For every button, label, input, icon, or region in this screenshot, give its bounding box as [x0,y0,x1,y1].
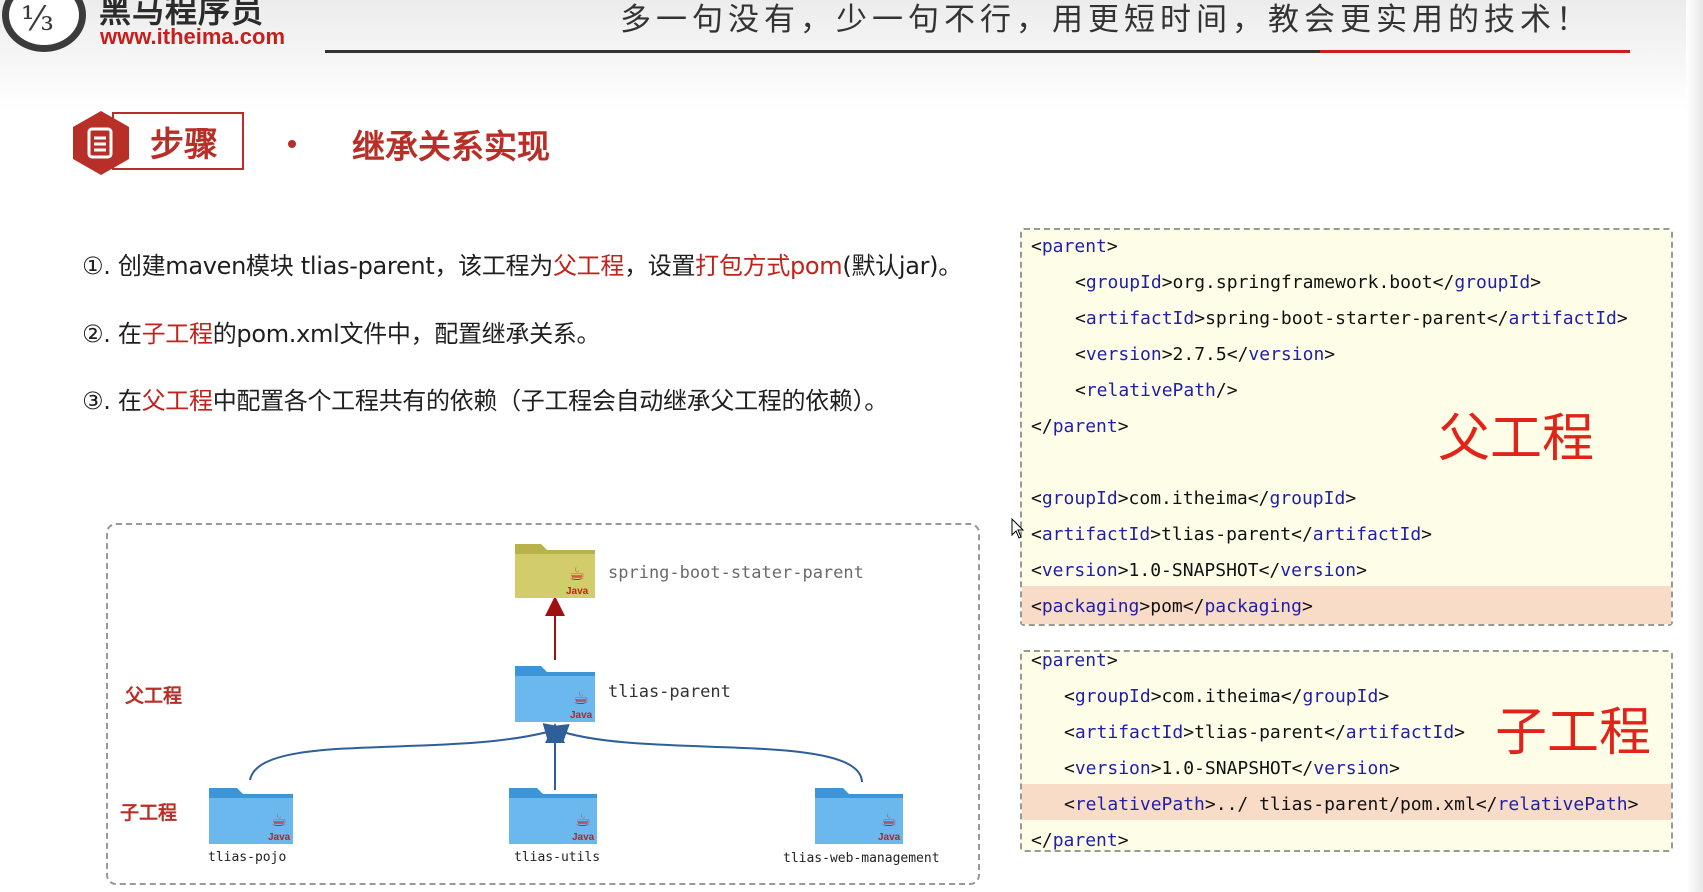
arrow-pojo-to-parent [249,723,565,781]
code-line: <parent> [1031,650,1118,671]
diagram-label-child: 子工程 [120,802,178,824]
code-line: <artifactId>tlias-parent</artifactId> [1064,722,1465,743]
code-line: <version>1.0-SNAPSHOT</version> [1031,560,1367,581]
module-boot-parent: spring-boot-stater-parent [608,563,864,583]
xml-tag: <parent> [1031,236,1118,257]
code-line: </parent> [1031,416,1129,437]
xml-tag: <relativePath/> [1075,380,1238,401]
xml-value: pom [1150,596,1183,617]
module-tlias-utils: tlias-utils [514,850,601,865]
xml-tag: </groupId> [1280,686,1390,707]
xml-value: 1.0-SNAPSHOT [1128,560,1259,581]
folder-java-icon: ☕ Java [207,782,295,850]
svg-text:☕: ☕ [881,810,897,831]
folder-java-icon: ☕ Java [813,782,905,850]
svg-text:☕: ☕ [575,810,591,831]
xml-tag: </relativePath> [1475,794,1639,815]
folder-java-icon: ☕ Java [507,782,599,850]
xml-tag: </parent> [1031,416,1129,437]
diagram-label-parent: 父工程 [125,685,183,707]
svg-text:Java: Java [570,710,593,721]
xml-value: com.itheima [1128,488,1248,509]
xml-tag: </parent> [1031,830,1129,851]
xml-tag: </version> [1291,758,1400,779]
xml-value: tlias-parent [1194,722,1325,743]
xml-tag: </artifactId> [1324,722,1466,743]
code-line: <artifactId>tlias-parent</artifactId> [1031,524,1432,545]
xml-tag: </groupId> [1247,488,1357,509]
parent-code-label: 父工程 [1438,409,1595,469]
code-line: <packaging>pom</packaging> [1031,596,1313,617]
code-line: </parent> [1031,830,1129,851]
code-line: <relativePath/> [1075,380,1238,401]
code-line: <relativePath>../ tlias-parent/pom.xml</… [1064,794,1638,815]
xml-tag: </packaging> [1182,596,1313,617]
xml-value: 2.7.5 [1172,344,1227,365]
xml-value: spring-boot-starter-parent [1205,308,1487,329]
svg-text:Java: Java [566,586,589,597]
xml-tag: <artifactId> [1064,722,1195,743]
mouse-cursor-icon [1011,517,1025,544]
code-line: <artifactId>spring-boot-starter-parent</… [1075,308,1628,329]
code-line: <version>2.7.5</version> [1075,344,1335,365]
code-line: <version>1.0-SNAPSHOT</version> [1064,758,1400,779]
xml-tag: <version> [1031,560,1129,581]
xml-tag: <version> [1075,344,1173,365]
xml-value: ../ tlias-parent/pom.xml [1215,794,1476,815]
xml-tag: <groupId> [1064,686,1162,707]
xml-tag: <artifactId> [1031,524,1162,545]
svg-text:☕: ☕ [569,564,585,585]
xml-value: tlias-parent [1161,524,1292,545]
svg-text:Java: Java [878,832,901,843]
code-line: <groupId>org.springframework.boot</group… [1075,272,1541,293]
xml-tag: </version> [1258,560,1367,581]
folder-java-icon: ☕ Java [513,536,597,604]
xml-value: 1.0-SNAPSHOT [1161,758,1292,779]
code-line: <groupId>com.itheima</groupId> [1064,686,1389,707]
svg-text:☕: ☕ [271,810,287,831]
xml-value: com.itheima [1161,686,1281,707]
xml-tag: </artifactId> [1291,524,1433,545]
arrow-web-to-parent [547,723,863,783]
code-line: <groupId>com.itheima</groupId> [1031,488,1356,509]
module-tlias-web-management: tlias-web-management [783,851,940,866]
svg-text:Java: Java [572,832,595,843]
window-edge [1686,0,1703,892]
code-line: <parent> [1031,236,1118,257]
xml-tag: <groupId> [1075,272,1173,293]
module-tlias-pojo: tlias-pojo [208,850,287,865]
xml-value: org.springframework.boot [1172,272,1433,293]
xml-tag: <relativePath> [1064,794,1216,815]
xml-tag: </groupId> [1432,272,1542,293]
svg-text:☕: ☕ [573,688,589,709]
xml-tag: <artifactId> [1075,308,1206,329]
xml-tag: <packaging> [1031,596,1151,617]
xml-tag: <version> [1064,758,1162,779]
xml-tag: </version> [1226,344,1336,365]
svg-text:Java: Java [268,832,291,843]
xml-tag: <groupId> [1031,488,1129,509]
child-code-label: 子工程 [1495,703,1652,763]
xml-tag: <parent> [1031,650,1118,671]
xml-tag: </artifactId> [1486,308,1628,329]
folder-java-icon: ☕ Java [513,660,597,728]
module-tlias-parent: tlias-parent [608,682,731,702]
